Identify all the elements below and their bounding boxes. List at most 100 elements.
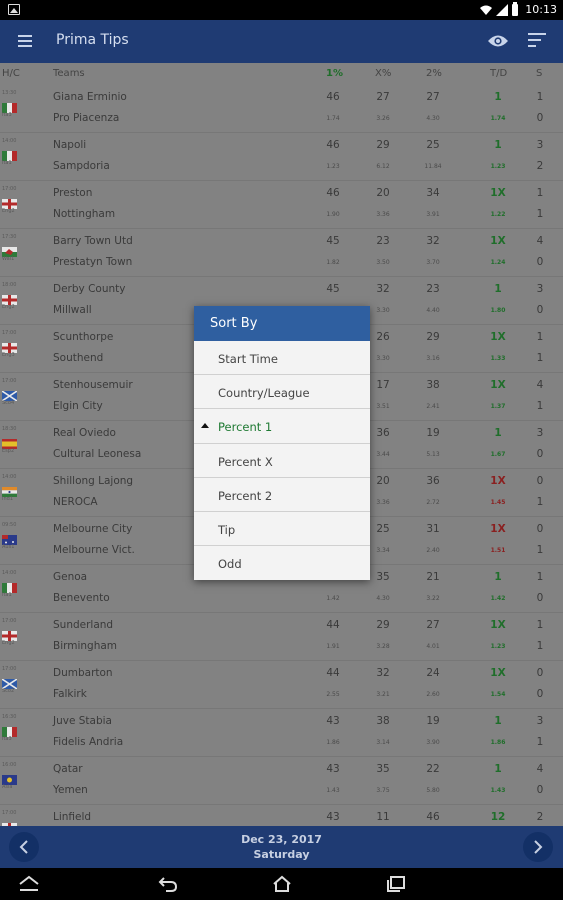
odd-x: 3.75 [376,787,390,794]
header-px[interactable]: X% [375,68,391,79]
country-flag-icon [2,482,17,497]
score-away: 0 [536,112,544,124]
score-home: 3 [536,139,544,151]
match-row[interactable]: 17:00 Sco2 Dumbarton Falkirk 44 32 24 2.55 3.21 2… [0,661,563,709]
recents-chevron-icon[interactable] [18,875,40,893]
odd-x: 3.28 [376,643,390,650]
tip-odd: 1.24 [490,259,506,266]
score-home: 4 [536,763,544,775]
match-time: 17:00 [2,666,17,672]
tip: 1X [490,331,506,343]
percent-x: 11 [376,811,390,823]
odd-x: 4.30 [376,595,390,602]
percent-x: 20 [376,187,390,199]
percent-1: 43 [326,811,340,823]
percent-2: 23 [426,283,440,295]
percent-x: 26 [376,331,390,343]
tip-odd: 1.37 [490,403,506,410]
percent-x: 36 [376,427,390,439]
odd-2: 2.40 [426,547,440,554]
home-team: Sunderland [53,619,114,631]
percent-1: 44 [326,619,340,631]
image-notification-icon [8,4,20,15]
header-td[interactable]: T/D [490,68,507,79]
sort-option-start-time[interactable]: Start Time [194,341,370,376]
away-team: Yemen [53,784,88,796]
header-s[interactable]: S [536,68,542,79]
home-icon[interactable] [272,875,292,893]
tip-odd: 1.80 [490,307,506,314]
country-flag-icon [2,146,17,161]
percent-x: 35 [376,763,390,775]
tip: 1X [490,475,506,487]
score-home: 2 [536,811,544,823]
country-flag-icon [2,194,17,209]
sort-option-percent-x[interactable]: Percent X [194,444,370,478]
tip: 1X [490,523,506,535]
score-away: 0 [536,688,544,700]
match-row[interactable]: 16:30 Ita3 Juve Stabia Fidelis Andria 43 38 19… [0,709,563,757]
match-row[interactable]: 16:00 Asia Qatar Yemen 43 35 22 1.43 3.75 5.80 1 1.… [0,757,563,805]
percent-2: 32 [426,235,440,247]
league-code: Sco2 [2,688,15,694]
header-p2[interactable]: 2% [426,68,442,79]
match-row[interactable]: 14:00 Ita1 Napoli Sampdoria 46 29 25 1.23 6.12 11… [0,133,563,181]
country-flag-icon [2,338,17,353]
odd-x: 3.51 [376,403,390,410]
sort-option-tip[interactable]: Tip [194,512,370,547]
away-team: Southend [53,352,104,364]
match-time: 13:30 [2,90,17,96]
tip-odd: 1.22 [490,211,506,218]
header-teams[interactable]: Teams [53,68,85,79]
match-time: 14:00 [2,474,17,480]
percent-x: 32 [376,667,390,679]
tip-odd: 1.45 [490,499,506,506]
match-row[interactable]: 17:00Nir1Linfield431146122 [0,805,563,826]
date-bar: Dec 23, 2017 Saturday [0,826,563,868]
match-time: 16:00 [2,762,17,768]
match-row[interactable]: 17:00 Eng2 Sunderland Birmingham 44 29 27 1.91 3… [0,613,563,661]
sort-option-percent-2[interactable]: Percent 2 [194,478,370,512]
score-away: 1 [536,352,544,364]
sort-option-odd[interactable]: Odd [194,546,370,580]
odd-x: 3.30 [376,307,390,314]
header-hc[interactable]: H/C [2,68,20,79]
score-away: 1 [536,640,544,652]
match-time: 17:00 [2,618,17,624]
odd-1: 1.82 [326,259,340,266]
percent-x: 25 [376,523,390,535]
home-team: Juve Stabia [53,715,112,727]
league-code: Sco4 [2,400,15,406]
match-row[interactable]: 13:30 Ita3 Giana Erminio Pro Piacenza 46 27 27… [0,85,563,133]
tip: 1X [490,235,506,247]
percent-2: 27 [426,619,440,631]
away-team: Melbourne Vict. [53,544,135,556]
odd-2: 4.40 [426,307,440,314]
wifi-icon [480,5,493,15]
sort-option-percent-1[interactable]: Percent 1 [194,409,370,444]
percent-2: 19 [426,715,440,727]
home-team: Linfield [53,811,92,823]
back-icon[interactable] [158,875,178,893]
percent-x: 32 [376,283,390,295]
match-row[interactable]: 17:00 Eng2 Preston Nottingham 46 20 34 1.90 3.36… [0,181,563,229]
sort-option-country-league[interactable]: Country/League [194,375,370,410]
league-code: Eng2 [2,208,15,214]
next-day-button[interactable] [523,832,553,862]
eye-icon[interactable] [487,34,509,48]
sort-icon[interactable] [528,33,546,49]
league-code: Ita3 [2,112,12,118]
percent-2: 34 [426,187,440,199]
match-row[interactable]: 17:30 Wal1 Barry Town Utd Prestatyn Town 45 2… [0,229,563,277]
country-flag-icon [2,626,17,641]
signal-icon [496,3,509,16]
sort-option-label: Tip [218,522,236,537]
home-team: Derby County [53,283,126,295]
overview-icon[interactable] [386,875,406,893]
tip: 1 [494,139,502,151]
country-flag-icon [2,722,17,737]
menu-icon[interactable] [18,35,32,47]
header-p1[interactable]: 1% [326,68,343,79]
tip-odd: 1.43 [490,787,506,794]
dialog-title: Sort By [194,306,370,341]
